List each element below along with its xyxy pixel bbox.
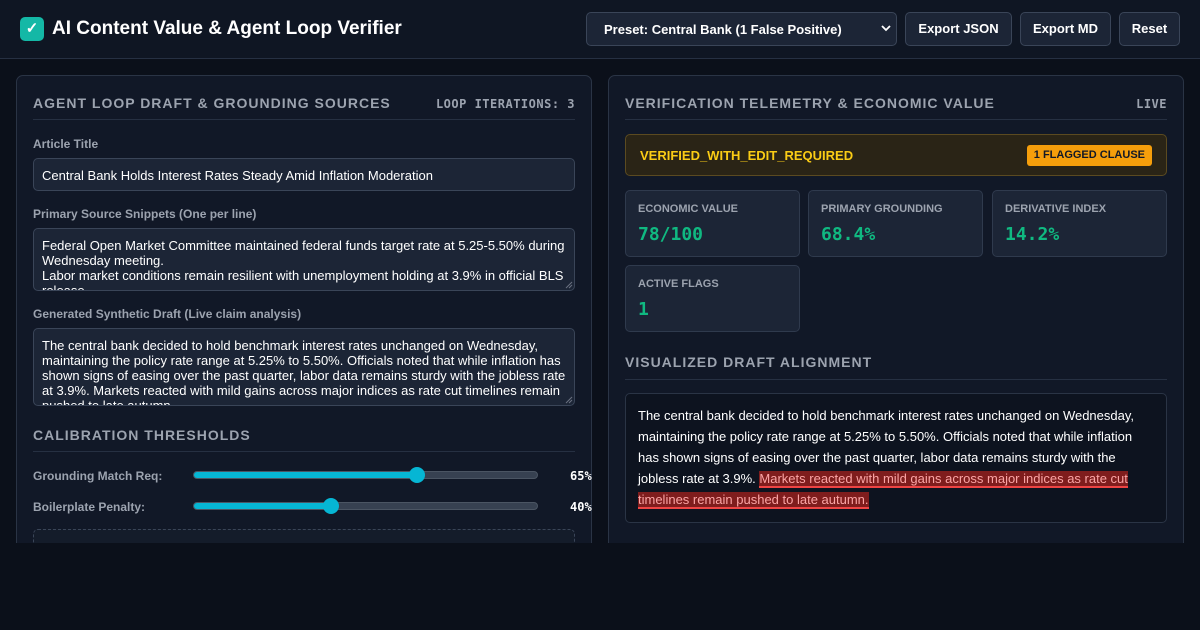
source-line: Federal Open Market Committee maintained… bbox=[42, 238, 565, 253]
draft-text: The central bank decided to hold benchma… bbox=[42, 338, 566, 406]
source-line: Labor market conditions remain resilient… bbox=[42, 268, 564, 283]
metric-value: 78/100 bbox=[638, 224, 704, 245]
sources-text: Federal Open Market Committee maintained… bbox=[42, 238, 566, 291]
metric-active-flags: ACTIVE FLAGS 1 bbox=[625, 265, 800, 332]
loop-iterations-tag: LOOP ITERATIONS: 3 bbox=[435, 97, 575, 111]
grounding-slider-label: Grounding Match Req: bbox=[33, 469, 163, 483]
grounding-slider[interactable] bbox=[193, 467, 538, 483]
draft-label: Generated Synthetic Draft (Live claim an… bbox=[33, 307, 302, 321]
metric-value: 14.2% bbox=[1005, 224, 1060, 245]
boilerplate-slider-label: Boilerplate Penalty: bbox=[33, 500, 146, 514]
divider bbox=[625, 119, 1167, 120]
alignment-text: The central bank decided to hold benchma… bbox=[638, 405, 1138, 510]
preset-select-label: Preset: Central Bank (1 False Positive) bbox=[604, 22, 842, 37]
telemetry-panel: VERIFICATION TELEMETRY & ECONOMIC VALUE … bbox=[608, 75, 1184, 575]
export-json-button[interactable]: Export JSON bbox=[905, 12, 1012, 46]
metric-label: ACTIVE FLAGS bbox=[638, 278, 719, 290]
slider-fill bbox=[194, 503, 332, 509]
draft-line: at 3.9%. Markets reacted with mild gains… bbox=[42, 383, 561, 398]
slider-thumb[interactable] bbox=[323, 498, 340, 514]
live-tag: LIVE bbox=[1136, 97, 1167, 111]
boilerplate-slider-value: 40% bbox=[570, 500, 592, 514]
source-line: release. bbox=[42, 283, 89, 291]
agent-loop-panel: AGENT LOOP DRAFT & GROUNDING SOURCES LOO… bbox=[16, 75, 592, 589]
metric-label: PRIMARY GROUNDING bbox=[821, 203, 943, 215]
article-title-input[interactable]: Central Bank Holds Interest Rates Steady… bbox=[33, 158, 575, 191]
telemetry-title: VERIFICATION TELEMETRY & ECONOMIC VALUE bbox=[625, 95, 995, 111]
check-icon: ✓ bbox=[20, 17, 44, 41]
top-bar: ✓ AI Content Value & Agent Loop Verifier… bbox=[0, 0, 1200, 59]
divider bbox=[33, 451, 575, 452]
draft-textarea[interactable]: The central bank decided to hold benchma… bbox=[33, 328, 575, 406]
verification-status: VERIFIED_WITH_EDIT_REQUIRED 1 FLAGGED CL… bbox=[625, 134, 1167, 176]
status-text: VERIFIED_WITH_EDIT_REQUIRED bbox=[640, 148, 854, 163]
slider-fill bbox=[194, 472, 417, 478]
alignment-title: VISUALIZED DRAFT ALIGNMENT bbox=[625, 354, 873, 370]
metric-economic-value: ECONOMIC VALUE 78/100 bbox=[625, 190, 800, 257]
draft-alignment-view: The central bank decided to hold benchma… bbox=[625, 393, 1167, 523]
metric-primary-grounding: PRIMARY GROUNDING 68.4% bbox=[808, 190, 983, 257]
draft-line: shown signs of easing over the past quar… bbox=[42, 368, 566, 383]
slider-thumb[interactable] bbox=[408, 467, 425, 483]
metric-value: 1 bbox=[638, 299, 649, 320]
metric-derivative-index: DERIVATIVE INDEX 14.2% bbox=[992, 190, 1167, 257]
source-line: Wednesday meeting. bbox=[42, 253, 164, 268]
resize-grip-icon[interactable] bbox=[565, 281, 573, 289]
draft-line: The central bank decided to hold benchma… bbox=[42, 338, 538, 353]
divider bbox=[625, 379, 1167, 380]
grounding-slider-value: 65% bbox=[570, 469, 592, 483]
resize-grip-icon[interactable] bbox=[565, 396, 573, 404]
draft-line: maintaining the policy rate range at 5.2… bbox=[42, 353, 561, 368]
export-md-button[interactable]: Export MD bbox=[1020, 12, 1111, 46]
app-title: AI Content Value & Agent Loop Verifier bbox=[52, 18, 402, 39]
flagged-clause-badge: 1 FLAGGED CLAUSE bbox=[1026, 145, 1152, 166]
divider bbox=[33, 119, 575, 120]
agent-loop-title: AGENT LOOP DRAFT & GROUNDING SOURCES bbox=[33, 95, 391, 111]
draft-line: pushed to late autumn. bbox=[42, 398, 175, 406]
sources-textarea[interactable]: Federal Open Market Committee maintained… bbox=[33, 228, 575, 291]
metric-value: 68.4% bbox=[821, 224, 876, 245]
reset-button[interactable]: Reset bbox=[1119, 12, 1180, 46]
article-title-label: Article Title bbox=[33, 137, 99, 151]
preset-select[interactable]: Preset: Central Bank (1 False Positive) bbox=[586, 12, 897, 46]
sources-label: Primary Source Snippets (One per line) bbox=[33, 207, 257, 221]
article-title-value: Central Bank Holds Interest Rates Steady… bbox=[42, 168, 433, 183]
metric-label: DERIVATIVE INDEX bbox=[1005, 203, 1107, 215]
boilerplate-slider[interactable] bbox=[193, 498, 538, 514]
metric-label: ECONOMIC VALUE bbox=[638, 203, 739, 215]
chevron-down-icon bbox=[881, 25, 891, 32]
calibration-title: CALIBRATION THRESHOLDS bbox=[33, 427, 251, 443]
viewport-bottom bbox=[0, 543, 1200, 630]
